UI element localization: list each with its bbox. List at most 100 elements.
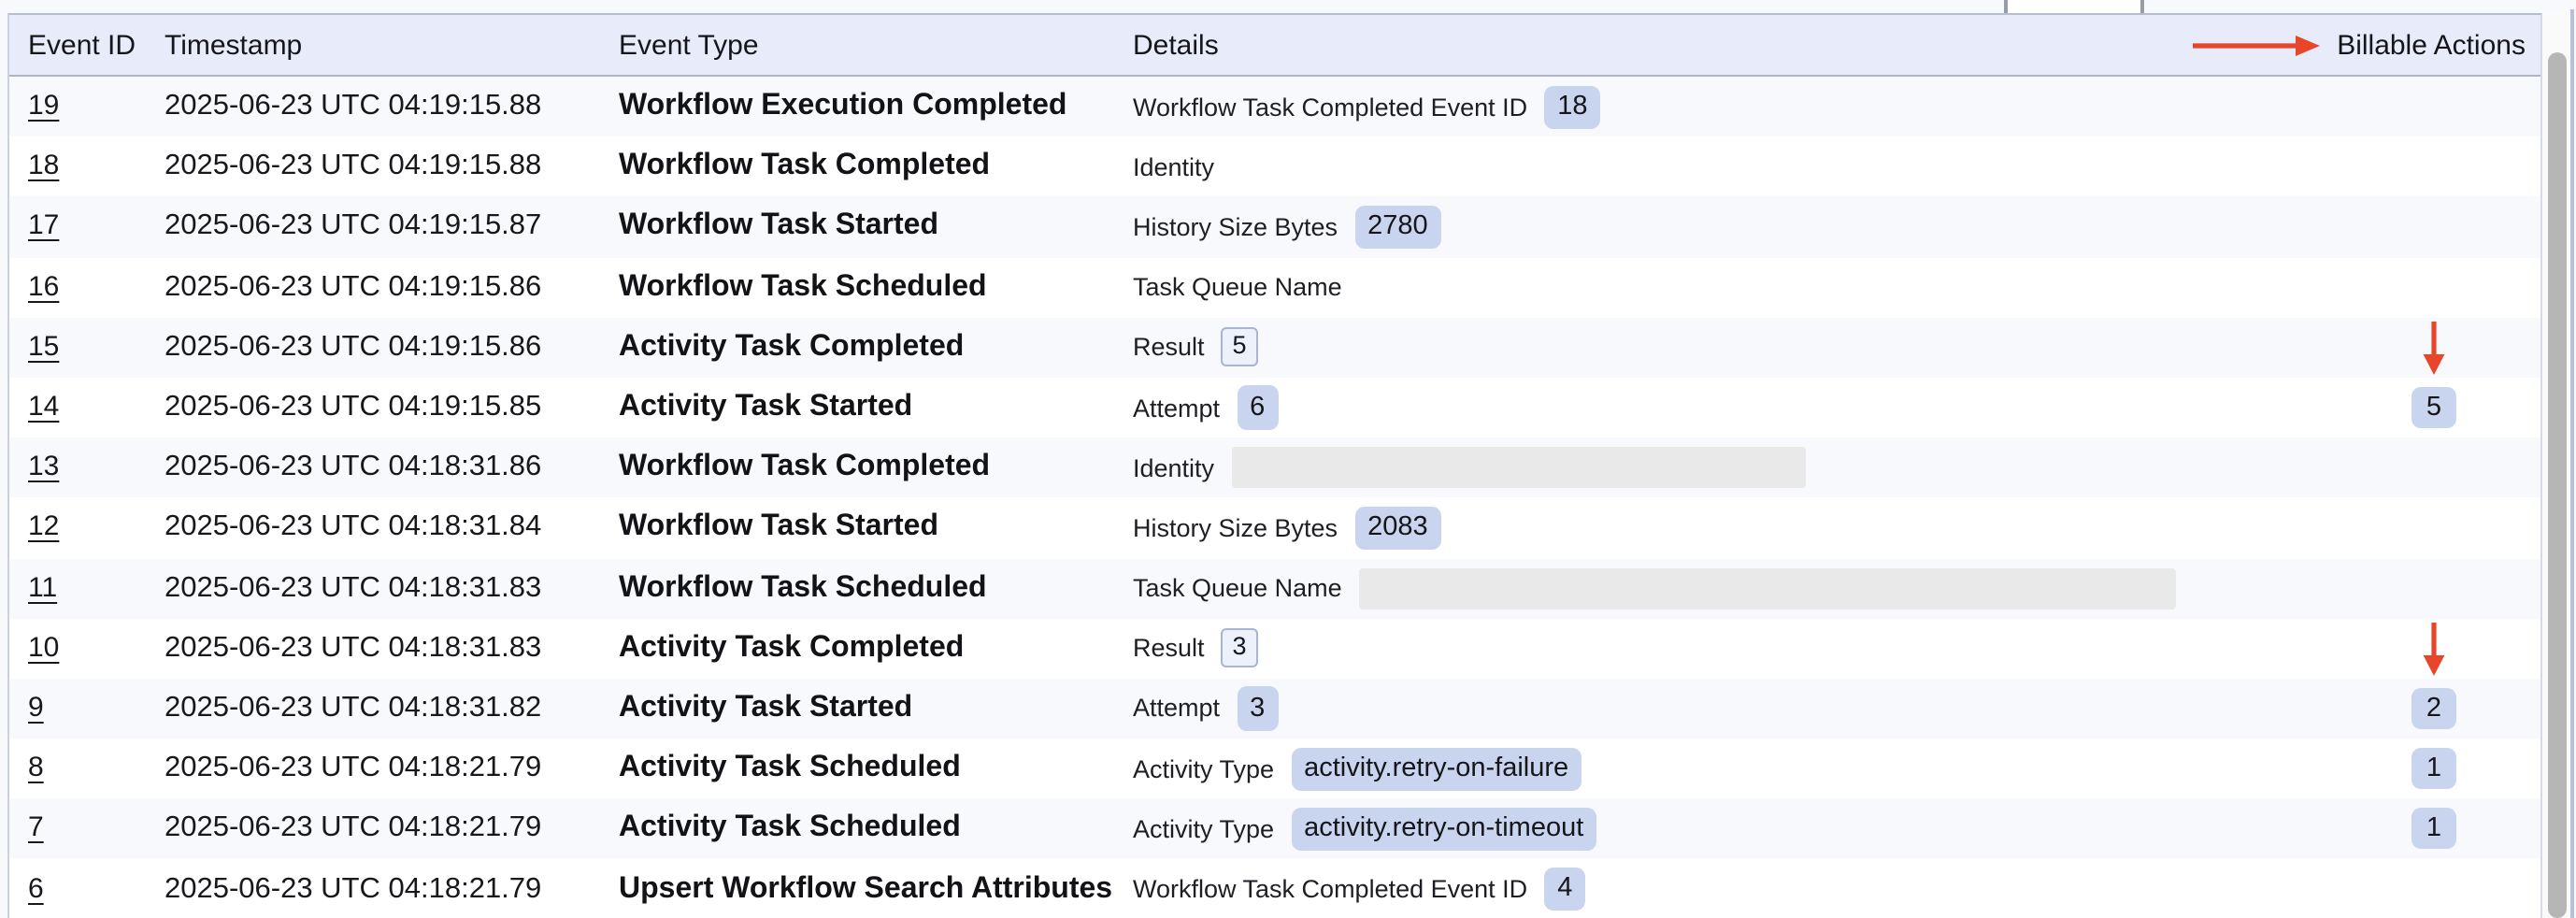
column-header-event-id: Event ID <box>9 29 165 61</box>
timestamp-cell: 2025-06-23 UTC 04:18:31.86 <box>165 451 619 484</box>
detail-label: History Size Bytes <box>1133 213 1338 241</box>
detail-label: Activity Type <box>1133 754 1274 782</box>
detail-label: Workflow Task Completed Event ID <box>1133 875 1527 903</box>
details-cell: History Size Bytes 2083 <box>1133 507 2327 550</box>
event-id-link[interactable]: 11 <box>28 571 57 603</box>
billable-cell <box>2327 498 2540 558</box>
event-id-cell: 6 <box>9 872 165 906</box>
column-header-event-type: Event Type <box>619 29 1133 61</box>
red-down-arrow-icon <box>2422 322 2446 376</box>
table-row[interactable]: 19 2025-06-23 UTC 04:19:15.88 Workflow E… <box>9 77 2540 136</box>
table-row[interactable]: 14 2025-06-23 UTC 04:19:15.85 Activity T… <box>9 378 2540 437</box>
table-row[interactable]: 18 2025-06-23 UTC 04:19:15.88 Workflow T… <box>9 136 2540 196</box>
timestamp-text: 2025-06-23 UTC 04:18:31.86 <box>165 451 541 482</box>
event-id-cell: 13 <box>9 451 165 484</box>
event-id-cell: 8 <box>9 752 165 785</box>
column-header-timestamp: Timestamp <box>165 29 619 61</box>
event-id-link[interactable]: 12 <box>28 511 59 543</box>
detail-value-badge: 4 <box>1544 868 1585 911</box>
event-id-link[interactable]: 7 <box>28 812 44 844</box>
table-row[interactable]: 11 2025-06-23 UTC 04:18:31.83 Workflow T… <box>9 558 2540 618</box>
event-id-link[interactable]: 16 <box>28 270 59 302</box>
event-id-link[interactable]: 15 <box>28 331 59 363</box>
event-type-cell: Upsert Workflow Search Attributes <box>619 872 1133 906</box>
detail-value-badge: 5 <box>1222 328 1258 367</box>
event-type-cell: Workflow Task Scheduled <box>619 571 1133 605</box>
event-id-cell: 7 <box>9 812 165 846</box>
event-id-link[interactable]: 6 <box>28 872 44 904</box>
timestamp-cell: 2025-06-23 UTC 04:19:15.87 <box>165 210 619 244</box>
event-type-cell: Activity Task Started <box>619 692 1133 725</box>
details-cell: Identity <box>1133 153 2327 181</box>
billable-actions-label: Billable Actions <box>2337 29 2526 61</box>
detail-label: Identity <box>1133 453 1214 481</box>
billable-cell: 1 <box>2327 739 2540 798</box>
detail-value-badge: 2083 <box>1354 507 1441 550</box>
column-header-billable-actions: Billable Actions <box>2191 29 2540 61</box>
table-row[interactable]: 6 2025-06-23 UTC 04:18:21.79 Upsert Work… <box>9 859 2540 918</box>
billable-cell <box>2327 318 2540 378</box>
table-row[interactable]: 7 2025-06-23 UTC 04:18:21.79 Activity Ta… <box>9 799 2540 859</box>
billable-cell <box>2327 197 2540 257</box>
details-cell: Workflow Task Completed Event ID 18 <box>1133 85 2327 128</box>
event-id-link[interactable]: 8 <box>28 752 44 783</box>
event-type-text: Upsert Workflow Search Attributes <box>619 872 1112 904</box>
details-cell: History Size Bytes 2780 <box>1133 206 2327 249</box>
column-header-details: Details <box>1133 29 2191 61</box>
billable-count-badge: 5 <box>2411 387 2456 428</box>
detail-label: Task Queue Name <box>1133 574 1342 602</box>
redacted-value-block <box>1359 567 2176 609</box>
timestamp-text: 2025-06-23 UTC 04:18:31.83 <box>165 571 541 603</box>
event-id-link[interactable]: 10 <box>28 632 59 664</box>
event-type-text: Workflow Task Started <box>619 511 938 543</box>
details-cell: Activity Type activity.retry-on-timeout <box>1133 808 2327 851</box>
billable-count-badge: 1 <box>2411 748 2456 789</box>
detail-label: Attempt <box>1133 695 1220 723</box>
timestamp-text: 2025-06-23 UTC 04:19:15.86 <box>165 270 541 302</box>
details-cell: Attempt 6 <box>1133 386 2327 429</box>
timestamp-text: 2025-06-23 UTC 04:18:31.82 <box>165 692 541 724</box>
event-id-cell: 10 <box>9 632 165 666</box>
billable-cell <box>2327 437 2540 497</box>
event-type-text: Activity Task Started <box>619 692 912 724</box>
event-id-link[interactable]: 18 <box>28 151 59 182</box>
timestamp-cell: 2025-06-23 UTC 04:19:15.86 <box>165 331 619 365</box>
panel-right-border <box>2570 9 2574 918</box>
event-type-cell: Workflow Task Started <box>619 210 1133 244</box>
timestamp-cell: 2025-06-23 UTC 04:18:21.79 <box>165 812 619 846</box>
event-type-cell: Activity Task Completed <box>619 331 1133 365</box>
table-row[interactable]: 10 2025-06-23 UTC 04:18:31.83 Activity T… <box>9 618 2540 678</box>
billable-cell <box>2327 618 2540 678</box>
details-cell: Workflow Task Completed Event ID 4 <box>1133 868 2327 911</box>
scrollbar-thumb[interactable] <box>2548 52 2567 918</box>
table-row[interactable]: 12 2025-06-23 UTC 04:18:31.84 Workflow T… <box>9 498 2540 558</box>
timestamp-cell: 2025-06-23 UTC 04:18:21.79 <box>165 752 619 785</box>
event-id-link[interactable]: 9 <box>28 692 44 724</box>
table-row[interactable]: 16 2025-06-23 UTC 04:19:15.86 Workflow T… <box>9 257 2540 317</box>
event-id-link[interactable]: 19 <box>28 90 59 122</box>
event-id-cell: 15 <box>9 331 165 365</box>
detail-label: Task Queue Name <box>1133 273 1342 301</box>
event-type-text: Workflow Execution Completed <box>619 90 1066 122</box>
table-row[interactable]: 8 2025-06-23 UTC 04:18:21.79 Activity Ta… <box>9 739 2540 798</box>
event-id-cell: 18 <box>9 151 165 184</box>
red-down-arrow-icon <box>2422 622 2446 676</box>
detail-label: History Size Bytes <box>1133 514 1338 542</box>
table-row[interactable]: 17 2025-06-23 UTC 04:19:15.87 Workflow T… <box>9 197 2540 257</box>
event-history-panel: Event ID Timestamp Event Type Details Bi… <box>0 0 2576 918</box>
timestamp-text: 2025-06-23 UTC 04:19:15.87 <box>165 210 541 242</box>
detail-label: Identity <box>1133 153 1214 181</box>
detail-label: Workflow Task Completed Event ID <box>1133 93 1527 121</box>
event-id-link[interactable]: 17 <box>28 210 59 242</box>
timestamp-text: 2025-06-23 UTC 04:19:15.88 <box>165 90 541 122</box>
table-row[interactable]: 13 2025-06-23 UTC 04:18:31.86 Workflow T… <box>9 437 2540 497</box>
event-type-cell: Workflow Task Completed <box>619 451 1133 484</box>
redacted-value-block <box>1231 447 1805 488</box>
event-id-link[interactable]: 14 <box>28 391 59 423</box>
billable-cell <box>2327 77 2540 136</box>
table-row[interactable]: 15 2025-06-23 UTC 04:19:15.86 Activity T… <box>9 318 2540 378</box>
billable-cell <box>2327 257 2540 317</box>
table-row[interactable]: 9 2025-06-23 UTC 04:18:31.82 Activity Ta… <box>9 679 2540 739</box>
timestamp-text: 2025-06-23 UTC 04:18:21.79 <box>165 872 541 904</box>
event-id-link[interactable]: 13 <box>28 451 59 482</box>
